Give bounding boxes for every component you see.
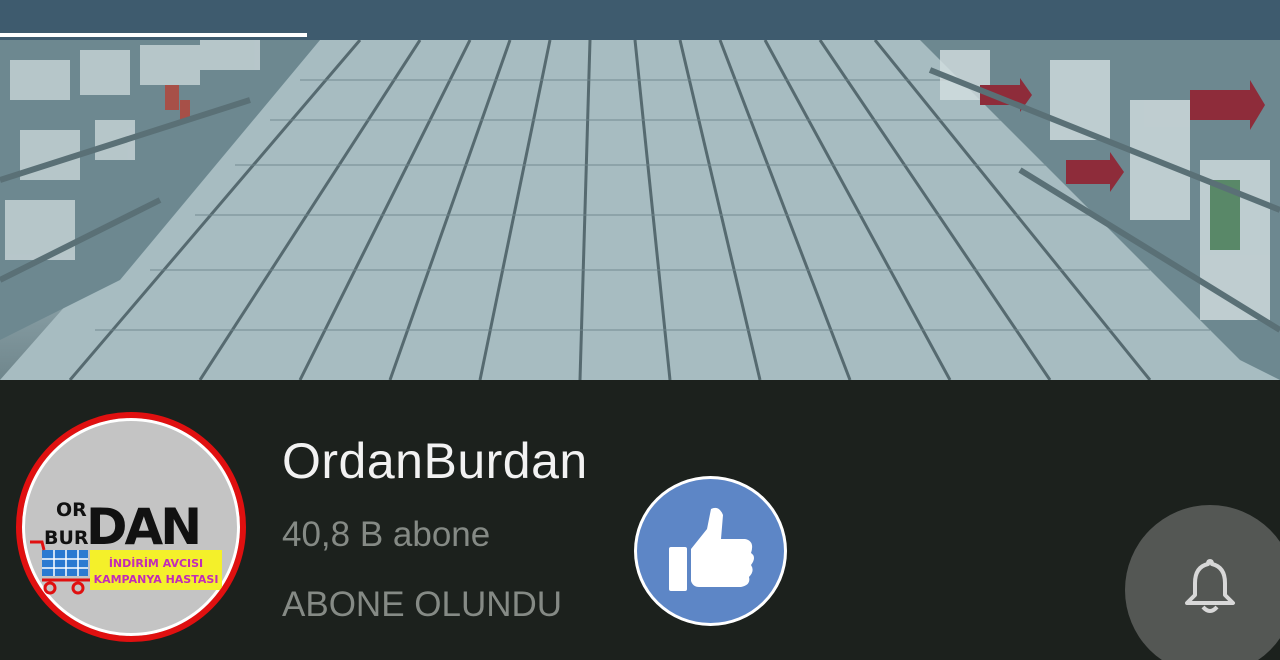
video-progress-bar[interactable] xyxy=(0,33,1280,37)
channel-banner-image xyxy=(0,40,1280,380)
svg-text:DAN: DAN xyxy=(86,498,199,556)
ordanburdan-logo: OR BUR DAN İNDİRİM AVCISI KAMPANYA HASTA… xyxy=(30,498,222,595)
channel-name[interactable]: OrdanBurdan xyxy=(282,432,588,490)
svg-text:OR: OR xyxy=(56,499,87,521)
svg-text:BUR: BUR xyxy=(44,527,89,549)
svg-text:İNDİRİM AVCISI: İNDİRİM AVCISI xyxy=(109,556,203,570)
bell-icon xyxy=(1185,559,1235,613)
svg-text:KAMPANYA HASTASI: KAMPANYA HASTASI xyxy=(94,573,219,586)
video-progress-fill xyxy=(0,33,308,37)
subscribed-button[interactable]: ABONE OLUNDU xyxy=(282,585,562,625)
subscriber-count: 40,8 B abone xyxy=(282,515,491,554)
like-button[interactable] xyxy=(634,476,787,626)
channel-avatar[interactable]: OR BUR DAN İNDİRİM AVCISI KAMPANYA HASTA… xyxy=(16,412,246,642)
shopping-cart-icon xyxy=(30,540,90,595)
thumbs-up-icon xyxy=(669,507,754,591)
